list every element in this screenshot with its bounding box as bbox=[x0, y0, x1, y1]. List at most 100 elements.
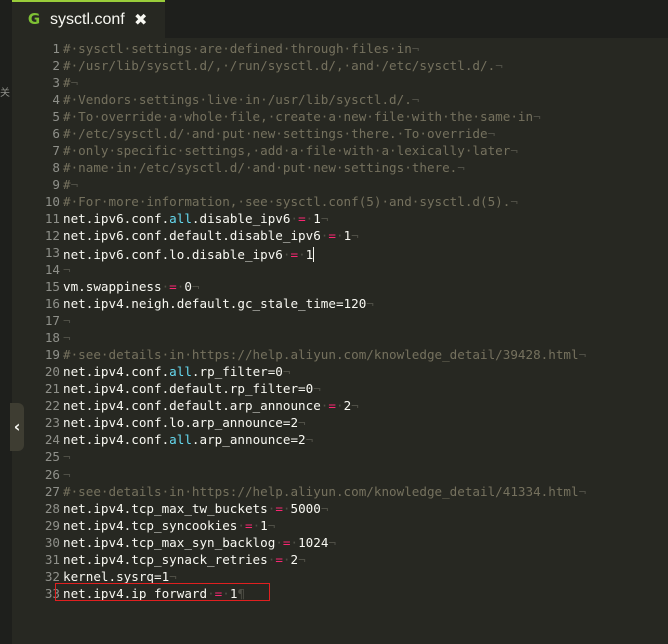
code-line[interactable]: net.ipv4.neigh.default.gc_stale_time=120… bbox=[63, 295, 374, 312]
code-token-op: = bbox=[328, 228, 336, 244]
code-token-comment: #·sysctl·settings·are·defined·through·fi… bbox=[63, 41, 412, 56]
code-token-ws: ¬ bbox=[298, 415, 306, 431]
code-token-ws: ¬ bbox=[63, 449, 71, 465]
code-token-op: = bbox=[328, 398, 336, 414]
close-icon[interactable]: ✖ bbox=[134, 10, 147, 30]
code-token-ws: ¬ bbox=[510, 143, 518, 159]
code-token-ws: ¬ bbox=[495, 58, 503, 74]
code-line[interactable]: net.ipv4.conf.lo.arp_announce=2¬ bbox=[63, 414, 306, 431]
code-line[interactable]: net.ipv4.tcp_synack_retries·=·2¬ bbox=[63, 551, 306, 568]
code-token-ws: · bbox=[335, 228, 344, 244]
code-token-ws: ¬ bbox=[267, 517, 276, 533]
code-token-ws: ¬ bbox=[298, 551, 306, 567]
line-number: 2 bbox=[52, 58, 60, 74]
code-token-num: 1 bbox=[260, 517, 268, 533]
code-line[interactable]: #·Vendors·settings·live·in·/usr/lib/sysc… bbox=[63, 91, 419, 108]
code-line[interactable]: #·sysctl·settings·are·defined·through·fi… bbox=[63, 40, 419, 57]
code-line[interactable]: net.ipv4.conf.all.rp_filter=0¬ bbox=[63, 363, 291, 380]
code-line[interactable]: ¬ bbox=[63, 329, 71, 346]
line-number: 5 bbox=[52, 109, 60, 125]
code-line[interactable]: net.ipv4.tcp_syncookies·=·1¬ bbox=[63, 517, 275, 534]
code-token-num: 0 bbox=[184, 279, 192, 295]
code-line[interactable]: net.ipv4.conf.all.arp_announce=2¬ bbox=[63, 431, 313, 448]
code-token-ws: ¬ bbox=[578, 483, 587, 499]
code-token-key: .rp_filter=0 bbox=[191, 364, 283, 380]
code-line[interactable]: #¬ bbox=[63, 176, 78, 193]
code-token-comment: #·To·override·a·whole·file,·create·a·new… bbox=[63, 109, 534, 125]
code-line[interactable]: net.ipv4.tcp_max_tw_buckets·=·5000¬ bbox=[63, 500, 328, 517]
text-cursor bbox=[313, 247, 315, 263]
line-number: 17 bbox=[44, 313, 60, 329]
code-line[interactable]: #·/usr/lib/sysctl.d/,·/run/sysctl.d/,·an… bbox=[63, 57, 503, 74]
code-line[interactable]: #·/etc/sysctl.d/·and·put·new·settings·th… bbox=[63, 125, 495, 142]
code-token-ws: ¬ bbox=[63, 262, 71, 278]
code-token-comment: #·name·in·/etc/sysctl.d/·and·put·new·set… bbox=[63, 160, 458, 176]
code-token-op: = bbox=[290, 247, 299, 263]
line-number: 29 bbox=[44, 517, 60, 533]
code-token-ws: ¬ bbox=[457, 160, 465, 176]
code-token-ws: ¬ bbox=[191, 279, 200, 295]
code-token-ws: ¬ bbox=[320, 211, 329, 227]
code-token-ws: ¬ bbox=[487, 126, 496, 142]
code-token-ws: ¬ bbox=[320, 500, 329, 516]
code-line[interactable]: net.ipv6.conf.all.disable_ipv6·=·1¬ bbox=[63, 210, 328, 227]
line-number: 22 bbox=[44, 398, 60, 414]
line-number: 10 bbox=[44, 194, 60, 210]
code-token-ws: ¬ bbox=[63, 330, 71, 346]
code-line[interactable]: net.ipv6.conf.lo.disable_ipv6·=·1 bbox=[63, 244, 315, 263]
line-number: 20 bbox=[44, 364, 60, 380]
code-token-ws: · bbox=[335, 398, 344, 414]
code-line[interactable]: #¬ bbox=[63, 74, 78, 91]
code-token-ws: ¬ bbox=[63, 313, 71, 329]
code-line[interactable]: ¬ bbox=[63, 448, 71, 465]
code-token-comment: #·/usr/lib/sysctl.d/,·/run/sysctl.d/,·an… bbox=[63, 58, 496, 74]
code-line[interactable]: vm.swappiness·=·0¬ bbox=[63, 278, 200, 295]
code-token-ws: · bbox=[290, 211, 299, 227]
code-token-op: = bbox=[275, 551, 283, 567]
code-token-ws: · bbox=[298, 247, 306, 263]
line-number: 28 bbox=[44, 500, 60, 516]
code-token-ws: ¬ bbox=[63, 466, 71, 482]
code-token-ws: ¬ bbox=[328, 534, 337, 550]
line-number: 21 bbox=[44, 381, 60, 397]
code-line[interactable]: #·only·specific·settings,·add·a·file·wit… bbox=[63, 142, 518, 159]
code-line[interactable]: net.ipv6.conf.default.disable_ipv6·=·1¬ bbox=[63, 227, 359, 244]
line-number: 19 bbox=[44, 347, 60, 363]
code-line[interactable]: ¬ bbox=[63, 261, 71, 278]
line-number: 24 bbox=[44, 432, 60, 448]
code-token-ws: ¬ bbox=[351, 398, 359, 414]
code-line[interactable]: #·see·details·in·https://help.aliyun.com… bbox=[63, 483, 586, 500]
code-token-ws: · bbox=[290, 534, 299, 550]
code-line[interactable]: net.ipv4.tcp_max_syn_backlog·=·1024¬ bbox=[63, 534, 336, 551]
code-token-op: = bbox=[282, 534, 291, 550]
line-number: 1 bbox=[52, 41, 60, 56]
file-type-icon: G bbox=[27, 10, 41, 28]
code-token-comment: #·Vendors·settings·live·in·/usr/lib/sysc… bbox=[63, 92, 412, 108]
code-line[interactable]: #·see·details·in·https://help.aliyun.com… bbox=[63, 346, 586, 363]
line-number: 16 bbox=[44, 296, 60, 312]
code-token-key: net.ipv4.conf. bbox=[63, 432, 170, 448]
code-line[interactable]: #·For·more·information,·see·sysctl.conf(… bbox=[63, 193, 518, 210]
code-token-num: 1 bbox=[313, 211, 321, 227]
code-line[interactable]: #·name·in·/etc/sysctl.d/·and·put·new·set… bbox=[63, 159, 465, 176]
code-editor[interactable]: #·sysctl·settings·are·defined·through·fi… bbox=[60, 38, 668, 644]
line-number: 18 bbox=[44, 330, 60, 346]
code-token-ws: ¬ bbox=[70, 75, 79, 91]
code-line[interactable]: ¬ bbox=[63, 466, 71, 483]
line-number: 13 bbox=[44, 245, 60, 261]
tab-sysctl-conf[interactable]: G sysctl.conf ✖ bbox=[12, 0, 165, 38]
code-token-ws: ¬ bbox=[533, 109, 541, 125]
code-token-kw: all bbox=[169, 364, 192, 380]
code-token-key: net.ipv4.conf. bbox=[63, 364, 170, 380]
code-token-op: = bbox=[298, 211, 306, 227]
code-token-ws: ¬ bbox=[282, 364, 291, 380]
code-line[interactable]: #·To·override·a·whole·file,·create·a·new… bbox=[63, 108, 541, 125]
code-line[interactable]: ¬ bbox=[63, 312, 71, 329]
tab-bar: G sysctl.conf ✖ bbox=[0, 0, 668, 38]
code-line[interactable]: net.ipv4.conf.default.rp_filter=0¬ bbox=[63, 380, 321, 397]
code-line[interactable]: net.ipv4.conf.default.arp_announce·=·2¬ bbox=[63, 397, 359, 414]
code-token-ws: ¬ bbox=[510, 194, 518, 210]
collapse-sidebar-icon[interactable]: ‹ bbox=[10, 403, 24, 451]
highlight-annotation-box bbox=[55, 583, 270, 601]
line-number: 14 bbox=[44, 262, 60, 278]
